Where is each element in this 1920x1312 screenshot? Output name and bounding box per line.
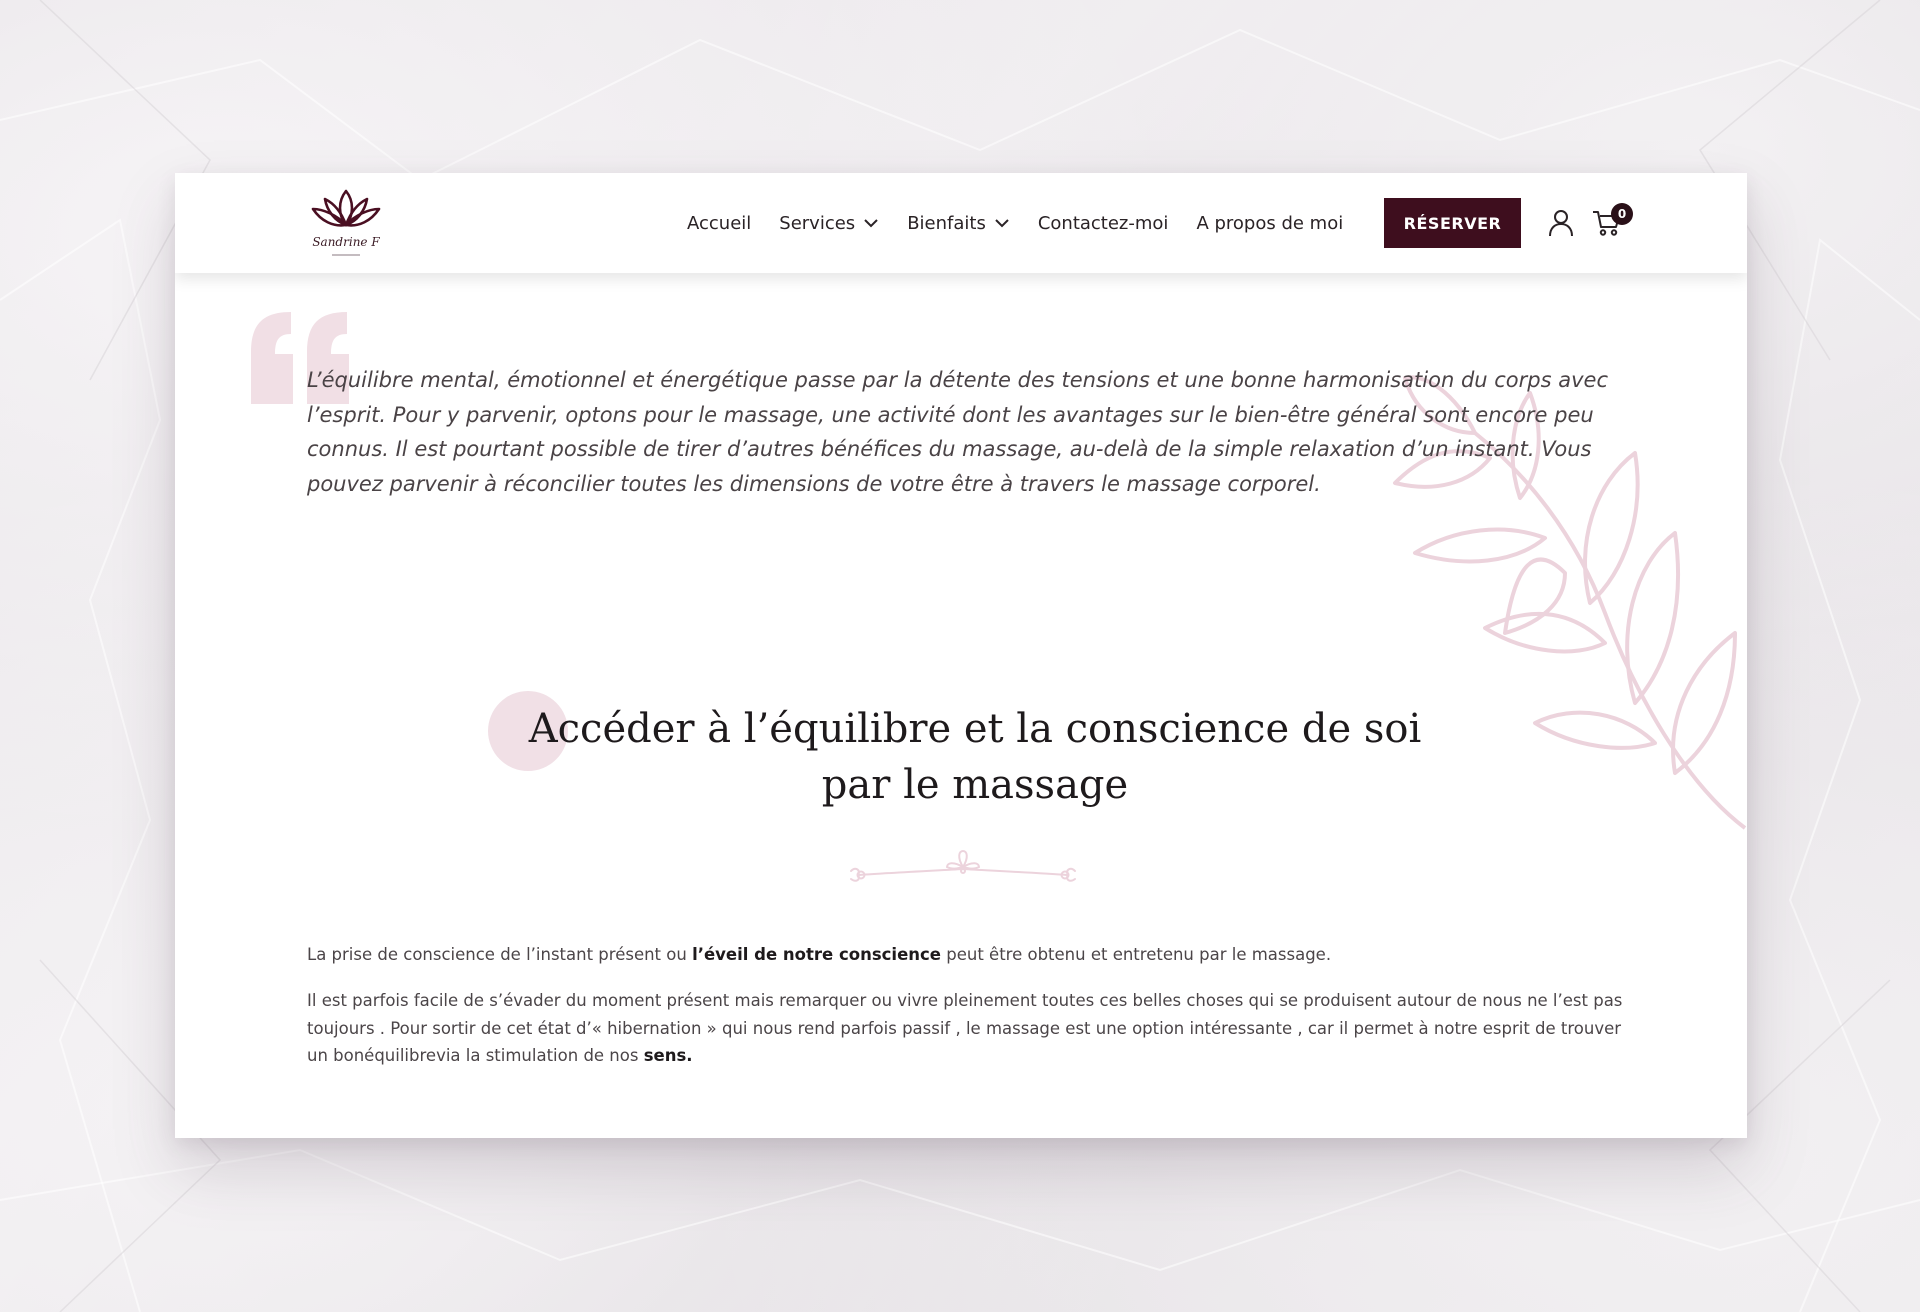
- site-header: Sandrine F Accueil Services Bienfaits Co…: [175, 173, 1747, 273]
- paragraph-present-moment: Il est parfois facile de s’évader du mom…: [307, 987, 1627, 1070]
- paragraph-text: peut être obtenu et entretenu par le mas…: [941, 945, 1332, 964]
- nav-item-bienfaits[interactable]: Bienfaits: [907, 213, 1010, 234]
- user-icon[interactable]: [1548, 209, 1574, 237]
- paragraph-awareness: La prise de conscience de l’instant prés…: [307, 941, 1627, 969]
- reserve-button[interactable]: RÉSERVER: [1384, 198, 1521, 248]
- paragraph-text: La prise de conscience de l’instant prés…: [307, 945, 693, 964]
- logo-text: Sandrine F: [312, 235, 380, 249]
- paragraph-text: Il est parfois facile de s’évader du mom…: [307, 991, 1623, 1065]
- lotus-logo-icon[interactable]: Sandrine F: [305, 183, 387, 265]
- nav-item-services[interactable]: Services: [779, 213, 879, 234]
- nav-item-label: Contactez-moi: [1037, 212, 1169, 234]
- intro-quote-text: L’équilibre mental, émotionnel et énergé…: [307, 368, 1608, 496]
- nav-item-label: Services: [779, 212, 856, 234]
- page-card: Sandrine F Accueil Services Bienfaits Co…: [175, 173, 1747, 1138]
- nav-item-contact[interactable]: Contactez-moi: [1038, 213, 1169, 234]
- section-title-line1: Accéder à l’équilibre et la conscience d…: [528, 706, 1422, 752]
- cart-button[interactable]: 0: [1592, 203, 1633, 243]
- nav-item-label: Accueil: [687, 212, 752, 234]
- paragraph-bold-text: l’éveil de notre conscience: [692, 945, 941, 964]
- section-title: Accéder à l’équilibre et la conscience d…: [475, 701, 1475, 813]
- chevron-down-icon: [995, 219, 1009, 228]
- section-title-line2: par le massage: [821, 762, 1129, 808]
- nav-item-about[interactable]: A propos de moi: [1196, 213, 1343, 234]
- paragraph-bold-text: sens.: [643, 1046, 693, 1065]
- main-navigation: Accueil Services Bienfaits Contactez-moi…: [687, 173, 1371, 273]
- ornament-divider-icon: [850, 849, 1076, 882]
- nav-item-label: A propos de moi: [1196, 212, 1344, 234]
- nav-item-label: Bienfaits: [907, 212, 986, 234]
- nav-item-accueil[interactable]: Accueil: [687, 213, 751, 234]
- cart-count-badge: 0: [1611, 203, 1633, 225]
- chevron-down-icon: [864, 219, 878, 228]
